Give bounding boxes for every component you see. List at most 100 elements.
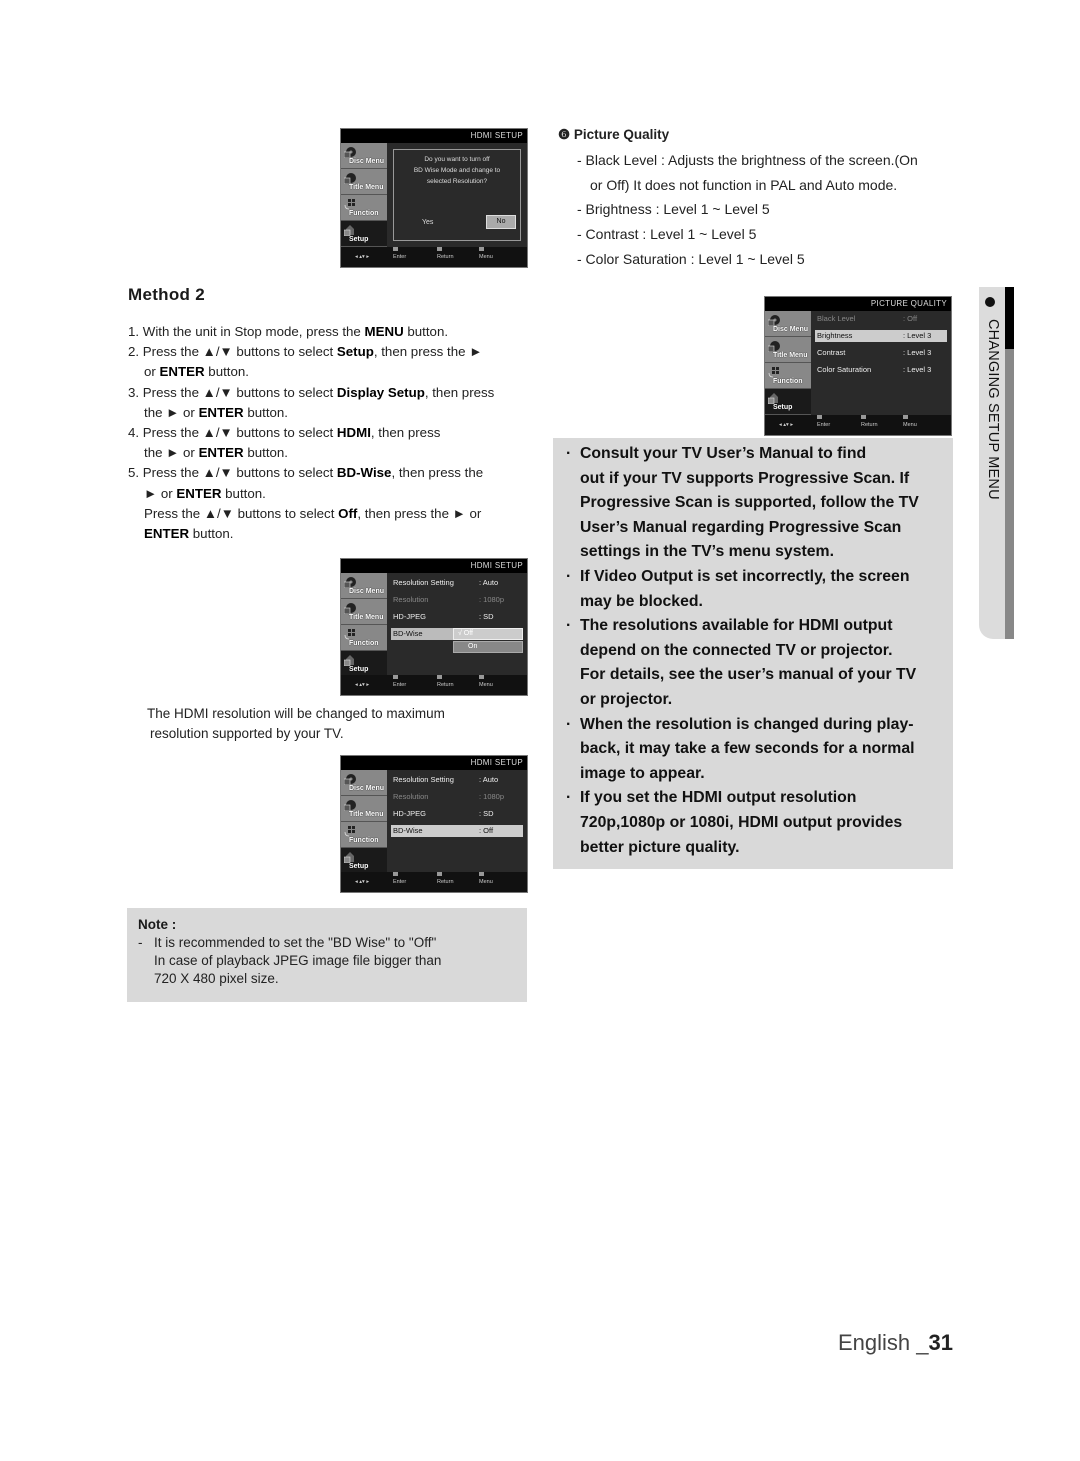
sidebar-item-function[interactable]: Function [765, 363, 811, 389]
sidebar-item-label: Title Menu [349, 811, 384, 818]
nav-arrows-icon: ◂ ▴▾ ▸ [355, 879, 370, 885]
yes-button[interactable]: Yes [422, 219, 433, 226]
osd-sidebar: Disc Menu Title Menu Function Setup [341, 573, 387, 679]
dialog-message-line: BD Wise Mode and change to [413, 167, 501, 174]
menu-row-bd-wise[interactable]: BD-Wise: Off [391, 825, 523, 837]
menu-row-resolution-setting[interactable]: Resolution Setting: Auto [391, 577, 523, 589]
sidebar-item-label: Setup [349, 863, 369, 870]
note-title: Note : [138, 917, 177, 932]
sidebar-item-function[interactable]: Function [341, 822, 387, 848]
step-text: button. [243, 404, 288, 420]
sidebar-item-setup[interactable]: Setup [765, 389, 811, 415]
sidebar-item-label: Setup [349, 666, 369, 673]
sidebar-item-function[interactable]: Function [341, 195, 387, 221]
hdmi-resolution-note: The HDMI resolution will be changed to m… [147, 704, 527, 744]
menu-row-hd-jpeg[interactable]: HD-JPEG: SD [391, 808, 523, 820]
nav-arrows-icon: ◂ ▴▾ ▸ [355, 254, 370, 260]
menu-row-color-saturation[interactable]: Color Saturation: Level 3 [815, 364, 947, 376]
sidebar-item-disc-menu[interactable]: Disc Menu [341, 143, 387, 169]
list-item: - Brightness : Level 1 ~ Level 5 [577, 201, 770, 218]
step-text: Press the ▲/▼ buttons to select [142, 425, 337, 441]
step-text: the ► or [144, 404, 199, 420]
step-text: , then press the [391, 465, 484, 481]
sidebar-item-disc-menu[interactable]: Disc Menu [341, 770, 387, 796]
step-extra: Press the ▲/▼ buttons to select Off, the… [128, 504, 533, 524]
osd-hdmi-setup-bdwise-dropdown: HDMI SETUP Disc Menu Title Menu Function Se… [340, 558, 528, 696]
title-menu-icon [767, 340, 780, 353]
hint-label: Return [861, 422, 878, 428]
sidebar-item-label: Setup [349, 236, 369, 243]
sidebar-item-label: Setup [773, 404, 793, 411]
sidebar-item-setup[interactable]: Setup [341, 848, 387, 874]
menu-row-resolution-setting[interactable]: Resolution Setting: Auto [391, 774, 523, 786]
keyword: ENTER [144, 526, 190, 542]
menu-row-bd-wise[interactable]: BD-Wise [391, 628, 455, 640]
note-box: Note : - It is recommended to set the "B… [127, 908, 527, 1002]
dialog-message-line: selected Resolution? [426, 178, 488, 185]
tip-line: settings in the TV’s menu system. [580, 543, 834, 561]
sidebar-item-title-menu[interactable]: Title Menu [341, 599, 387, 625]
note-dash: - [138, 935, 143, 950]
sidebar-item-label: Disc Menu [349, 158, 385, 165]
step-continuation: the ► or ENTER button. [128, 403, 533, 423]
keyword: ENTER [198, 404, 244, 420]
sidebar-item-title-menu[interactable]: Title Menu [341, 169, 387, 195]
title-menu-icon [343, 172, 356, 185]
bullet-icon: · [566, 789, 572, 807]
osd-hdmi-setup-dialog: HDMI SETUP Disc Menu Title Menu Function Se… [340, 128, 528, 268]
sidebar-item-disc-menu[interactable]: Disc Menu [765, 311, 811, 337]
picture-quality-list: - Black Level : Adjusts the brightness o… [558, 148, 958, 271]
sidebar-item-title-menu[interactable]: Title Menu [765, 337, 811, 363]
step-extra-continuation: ENTER button. [128, 524, 533, 544]
osd-title: HDMI SETUP [341, 756, 527, 770]
bullet-icon: · [566, 715, 572, 733]
step-text: button. [204, 364, 249, 380]
tip-line: better picture quality. [580, 838, 740, 856]
setup-icon [343, 851, 356, 864]
step-text: button. [243, 445, 288, 461]
no-button[interactable]: No [486, 215, 516, 229]
menu-row-contrast[interactable]: Contrast: Level 3 [815, 347, 947, 359]
page-number: 31 [928, 1330, 953, 1355]
sidebar-item-disc-menu[interactable]: Disc Menu [341, 573, 387, 599]
sidebar-item-title-menu[interactable]: Title Menu [341, 796, 387, 822]
tip-item: · If Video Output is set incorrectly, the… [553, 565, 953, 614]
step-text: , then press the ► [373, 344, 483, 360]
sidebar-item-label: Title Menu [773, 352, 808, 359]
sidebar-item-function[interactable]: Function [341, 625, 387, 651]
sidebar-item-setup[interactable]: Setup [341, 651, 387, 677]
setup-icon [767, 392, 780, 405]
bullet-icon [985, 297, 995, 307]
step-text: or [144, 364, 160, 380]
sidebar-item-setup[interactable]: Setup [341, 221, 387, 247]
keyword: Display Setup [336, 384, 425, 400]
tips-box: · Consult your TV User’s Manual to find ou… [553, 438, 953, 869]
menu-row-hd-jpeg[interactable]: HD-JPEG: SD [391, 611, 523, 623]
keyword: Off [338, 505, 358, 521]
list-item: - Color Saturation : Level 1 ~ Level 5 [577, 250, 805, 267]
step-text: button. [221, 485, 266, 501]
menu-row-black-level[interactable]: Black Level: Off [815, 313, 947, 325]
step-text: , then press [424, 384, 495, 400]
sidebar-item-label: Function [773, 378, 803, 385]
menu-row-brightness[interactable]: Brightness: Level 3 [815, 330, 947, 342]
chapter-side-tab: CHANGING SETUP MENU [979, 287, 1014, 639]
dropdown-option-on[interactable]: On [453, 641, 523, 653]
tip-line: or projector. [580, 690, 673, 708]
tip-line: If you set the HDMI output resolution [580, 789, 857, 807]
keyword: BD-Wise [336, 465, 392, 481]
sidebar-item-label: Disc Menu [349, 785, 385, 792]
hint-label: Enter [393, 682, 407, 688]
tip-item: · Consult your TV User’s Manual to find ou… [553, 442, 953, 565]
confirm-dialog: Do you want to turn off BD Wise Mode and… [393, 149, 521, 241]
picture-quality-section: ❻ Picture Quality - Black Level : Adjust… [558, 125, 958, 271]
step-continuation: the ► or ENTER button. [128, 443, 533, 463]
dropdown-option-off[interactable]: √ Off [453, 628, 523, 640]
section-number: ❻ [558, 127, 571, 142]
step-text: Press the ▲/▼ buttons to select [142, 465, 337, 481]
nav-arrows-icon: ◂ ▴▾ ▸ [355, 682, 370, 688]
step-text: Press the ▲/▼ buttons to select [142, 344, 337, 360]
chapter-label: CHANGING SETUP MENU [985, 319, 1001, 500]
footer-language: English _ [838, 1330, 929, 1355]
tip-line: out if your TV supports Progressive Scan… [580, 469, 910, 487]
